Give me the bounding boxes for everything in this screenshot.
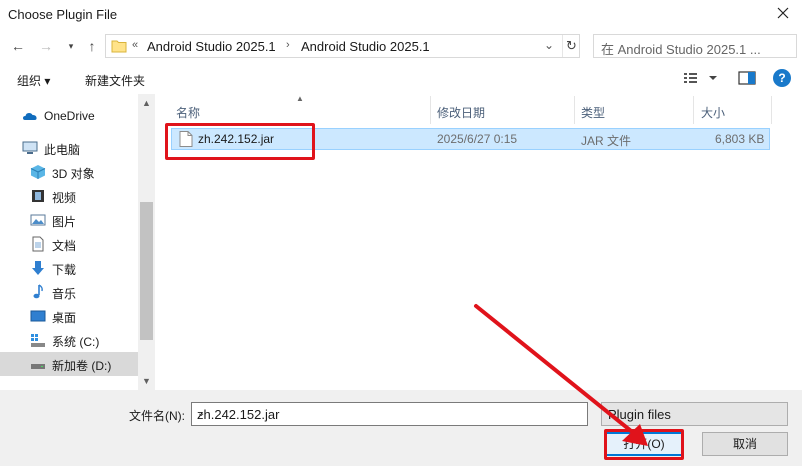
column-header-label: 类型: [581, 106, 606, 120]
sidebar-item-label: 新加卷 (D:): [52, 359, 112, 373]
address-bar[interactable]: « Android Studio 2025.1 › Android Studio…: [105, 34, 580, 58]
search-input[interactable]: 在 Android Studio 2025.1 ...: [593, 34, 797, 58]
sidebar-item-label: 下载: [52, 263, 77, 277]
cancel-button[interactable]: 取消: [702, 432, 788, 456]
preview-pane-icon[interactable]: [738, 70, 756, 86]
sidebar-item-downloads[interactable]: 下载: [0, 256, 138, 280]
navigation-pane: OneDrive 此电脑 3D 对象 视频 图片 文档 下载 音乐 桌面 系统 …: [0, 94, 155, 390]
sidebar-item-pictures[interactable]: 图片: [0, 208, 138, 232]
sidebar-item-label: 此电脑: [44, 143, 81, 157]
title-bar: Choose Plugin File: [0, 0, 802, 30]
sidebar-item-drive-c[interactable]: 系统 (C:): [0, 328, 138, 352]
column-header-label: 修改日期: [437, 106, 486, 120]
cloud-icon: [23, 113, 37, 120]
chevron-down-icon[interactable]: ⌄: [197, 408, 582, 419]
column-header-label: 大小: [701, 106, 726, 120]
scrollbar-thumb[interactable]: [140, 202, 153, 340]
window-title: Choose Plugin File: [8, 7, 118, 22]
folder-icon: [111, 40, 127, 53]
desktop-icon: [30, 310, 46, 322]
scroll-up-icon[interactable]: ▲: [142, 98, 151, 108]
sidebar-item-label: 视频: [52, 191, 77, 205]
new-folder-button[interactable]: 新建文件夹: [85, 72, 145, 89]
sidebar-item-label: 桌面: [52, 311, 77, 325]
computer-icon: [22, 141, 38, 154]
video-icon: [32, 190, 44, 202]
column-header-label: 名称: [176, 106, 201, 120]
column-divider[interactable]: [574, 96, 575, 124]
sidebar-item-onedrive[interactable]: OneDrive: [0, 104, 138, 128]
sidebar-item-desktop[interactable]: 桌面: [0, 304, 138, 328]
address-overflow-icon[interactable]: «: [132, 39, 138, 51]
annotation-highlight-open: [604, 429, 684, 460]
address-dropdown-icon[interactable]: ⌄: [544, 38, 554, 52]
scroll-down-icon[interactable]: ▼: [142, 376, 151, 386]
chevron-down-icon[interactable]: ⌄: [608, 408, 781, 419]
sidebar-scrollbar[interactable]: ▲ ▼: [138, 94, 155, 390]
sidebar-item-drive-d[interactable]: 新加卷 (D:): [0, 352, 138, 376]
column-header-modified[interactable]: 修改日期: [437, 96, 575, 126]
annotation-highlight-file: [165, 123, 315, 160]
document-icon: [32, 236, 44, 252]
sidebar-item-this-pc[interactable]: 此电脑: [0, 136, 138, 160]
file-type: JAR 文件: [581, 134, 632, 148]
drive-icon: [31, 334, 45, 347]
help-icon[interactable]: ?: [773, 69, 791, 87]
column-header-type[interactable]: 类型: [581, 96, 693, 126]
breadcrumb-item[interactable]: Android Studio 2025.1: [147, 39, 276, 54]
recent-locations-icon[interactable]: ▾: [63, 38, 79, 54]
sidebar-item-label: 系统 (C:): [52, 335, 100, 349]
sidebar-item-label: 文档: [52, 239, 77, 253]
picture-icon: [30, 214, 46, 226]
up-folder-icon[interactable]: ↑: [84, 38, 100, 54]
column-header-name[interactable]: 名称: [176, 96, 430, 126]
filename-label: 文件名(N):: [129, 409, 185, 423]
filename-input[interactable]: zh.242.152.jar ⌄: [191, 402, 588, 426]
column-divider[interactable]: [430, 96, 431, 124]
column-divider[interactable]: [693, 96, 694, 124]
sidebar-item-label: OneDrive: [44, 109, 95, 123]
refresh-icon[interactable]: ↻: [562, 35, 580, 57]
sidebar-item-music[interactable]: 音乐: [0, 280, 138, 304]
sidebar-item-label: 音乐: [52, 287, 77, 301]
toolbar: 组织 ▾ 新建文件夹 ?: [0, 62, 802, 94]
column-header-size[interactable]: 大小: [701, 96, 771, 126]
search-placeholder: 在 Android Studio 2025.1 ...: [601, 42, 761, 57]
breadcrumb-separator-icon[interactable]: ›: [286, 39, 290, 51]
navigation-bar: ← → ▾ ↑ « Android Studio 2025.1 › Androi…: [0, 30, 802, 62]
file-size: 6,803 KB: [715, 132, 765, 146]
sidebar-item-label: 3D 对象: [52, 167, 95, 181]
sidebar-item-videos[interactable]: 视频: [0, 184, 138, 208]
view-options-icon[interactable]: [683, 70, 719, 86]
column-divider[interactable]: [771, 96, 772, 124]
drive-icon: [31, 364, 45, 369]
forward-icon[interactable]: →: [38, 38, 54, 54]
sidebar-item-label: 图片: [52, 215, 77, 229]
file-modified: 2025/6/27 0:15: [437, 132, 518, 146]
close-icon[interactable]: [774, 4, 792, 22]
breadcrumb-item[interactable]: Android Studio 2025.1: [301, 39, 430, 54]
download-icon: [32, 261, 44, 275]
filetype-select[interactable]: Plugin files ⌄: [601, 402, 788, 426]
music-icon: [33, 284, 43, 299]
back-icon[interactable]: ←: [10, 38, 26, 54]
sidebar-item-3d-objects[interactable]: 3D 对象: [0, 160, 138, 184]
organize-menu[interactable]: 组织 ▾: [17, 72, 50, 89]
cube-icon: [30, 165, 46, 179]
sidebar-item-documents[interactable]: 文档: [0, 232, 138, 256]
